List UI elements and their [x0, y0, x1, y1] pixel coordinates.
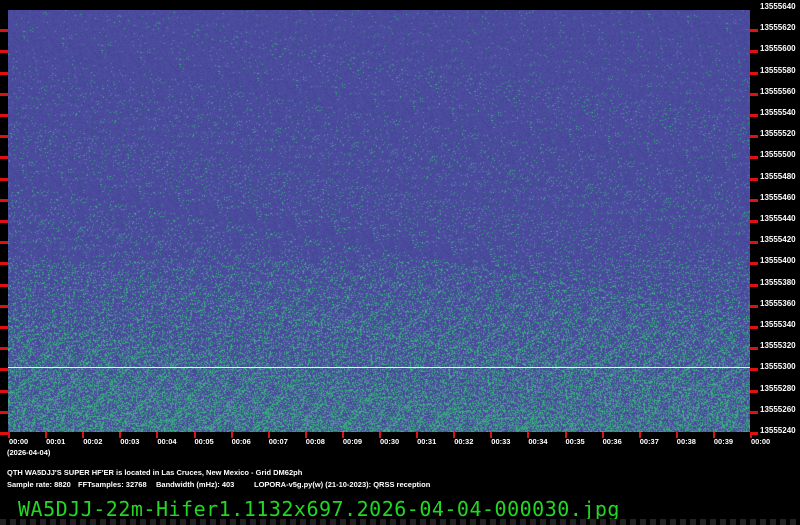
- time-label: 00:33: [491, 437, 511, 446]
- time-label: 00:04: [157, 437, 177, 446]
- frequency-tick: [0, 114, 8, 117]
- frequency-tick: [0, 283, 8, 287]
- frequency-tick: [750, 156, 758, 160]
- frequency-label: 13555420: [760, 235, 796, 245]
- frequency-tick: [750, 283, 758, 287]
- frequency-label: 13555460: [760, 192, 796, 202]
- time-label: 00:31: [417, 437, 437, 446]
- frequency-tick: [0, 71, 8, 75]
- frequency-tick: [750, 326, 758, 329]
- time-label: 00:38: [676, 437, 696, 446]
- frequency-label: 13555280: [760, 383, 796, 393]
- frequency-label: 13555360: [760, 298, 796, 308]
- frequency-tick: [0, 326, 8, 329]
- frequency-tick: [0, 410, 8, 414]
- frequency-tick: [0, 304, 8, 308]
- frequency-label: 13555400: [760, 256, 796, 266]
- frequency-tick: [750, 262, 758, 266]
- date-label: (2026-04-04): [7, 448, 51, 457]
- frequency-tick: [0, 389, 8, 393]
- frequency-label: 13555380: [760, 277, 796, 287]
- time-label: 00:36: [602, 437, 622, 446]
- frequency-label: 13555640: [760, 2, 796, 11]
- frequency-tick: [0, 262, 8, 266]
- frequency-tick: [750, 29, 758, 33]
- frequency-tick: [0, 347, 8, 351]
- frequency-label: 13555560: [760, 86, 796, 96]
- time-label: 00:00: [9, 437, 29, 446]
- bottom-strip: [0, 519, 800, 525]
- time-label: 00:30: [380, 437, 400, 446]
- carrier-trace-line: [8, 367, 750, 368]
- frequency-tick: [0, 177, 8, 181]
- time-label: 00:09: [342, 437, 363, 446]
- frequency-tick: [750, 368, 758, 372]
- frequency-label: 13555520: [760, 129, 796, 139]
- qth-info: QTH WA5DJJ'S SUPER HF'ER is located in L…: [7, 468, 303, 477]
- frequency-tick: [0, 50, 8, 54]
- waterfall-spectrogram: [8, 10, 750, 432]
- frequency-label: 13555260: [760, 404, 796, 414]
- sample-rate: Sample rate: 8820: [7, 480, 71, 489]
- frequency-tick: [0, 135, 8, 139]
- frequency-tick: [750, 220, 758, 223]
- fft-samples: FFTsamples: 32768: [78, 480, 147, 489]
- frequency-tick: [0, 156, 8, 160]
- time-label: 00:34: [528, 437, 548, 446]
- software-info: LOPORA-v5g.py(w) (21-10-2023): QRSS rece…: [254, 480, 431, 489]
- time-label: 00:02: [83, 437, 103, 446]
- time-label: 00:05: [194, 437, 214, 446]
- frequency-tick: [0, 220, 8, 223]
- frequency-tick: [0, 29, 8, 33]
- time-label: 00:35: [565, 437, 585, 446]
- time-label: 00:39: [713, 437, 734, 446]
- time-label: 00:37: [639, 437, 659, 446]
- frequency-tick: [750, 135, 758, 139]
- frequency-tick: [750, 92, 758, 96]
- frequency-label: 13555480: [760, 171, 796, 181]
- frequency-tick: [750, 114, 758, 117]
- frequency-tick: [0, 368, 8, 372]
- frequency-tick: [750, 198, 758, 202]
- time-label: 00:01: [46, 437, 66, 446]
- time-label: 00:06: [231, 437, 251, 446]
- frequency-label: 13555620: [760, 23, 796, 33]
- frequency-label: 13555320: [760, 341, 796, 351]
- filename-caption: WA5DJJ-22m-Hifer1.1132x697.2026-04-04-00…: [18, 497, 620, 521]
- frequency-tick: [750, 177, 758, 181]
- frequency-label: 13555340: [760, 320, 796, 329]
- frequency-tick: [0, 432, 8, 435]
- frequency-tick: [750, 389, 758, 393]
- frequency-tick: [0, 241, 8, 245]
- frequency-label: 13555600: [760, 44, 796, 54]
- frequency-tick: [0, 198, 8, 202]
- frequency-tick: [750, 410, 758, 414]
- bandwidth: Bandwidth (mHz): 403: [156, 480, 235, 489]
- frequency-label: 13555580: [760, 65, 796, 75]
- frequency-label: 13555440: [760, 214, 796, 223]
- frequency-tick: [0, 92, 8, 96]
- frequency-tick: [750, 71, 758, 75]
- frequency-label: 13555240: [760, 426, 796, 435]
- frequency-tick: [750, 304, 758, 308]
- time-label: 00:03: [120, 437, 140, 446]
- frequency-label: 13555500: [760, 150, 796, 160]
- time-label: 00:32: [454, 437, 474, 446]
- frequency-label: 13555300: [760, 362, 796, 372]
- time-label: 00:00: [751, 437, 771, 446]
- time-label: 00:07: [268, 437, 288, 446]
- frequency-tick: [750, 347, 758, 351]
- frequency-tick: [750, 50, 758, 54]
- frequency-tick: [750, 241, 758, 245]
- frequency-label: 13555540: [760, 108, 796, 117]
- time-label: 00:08: [305, 437, 325, 446]
